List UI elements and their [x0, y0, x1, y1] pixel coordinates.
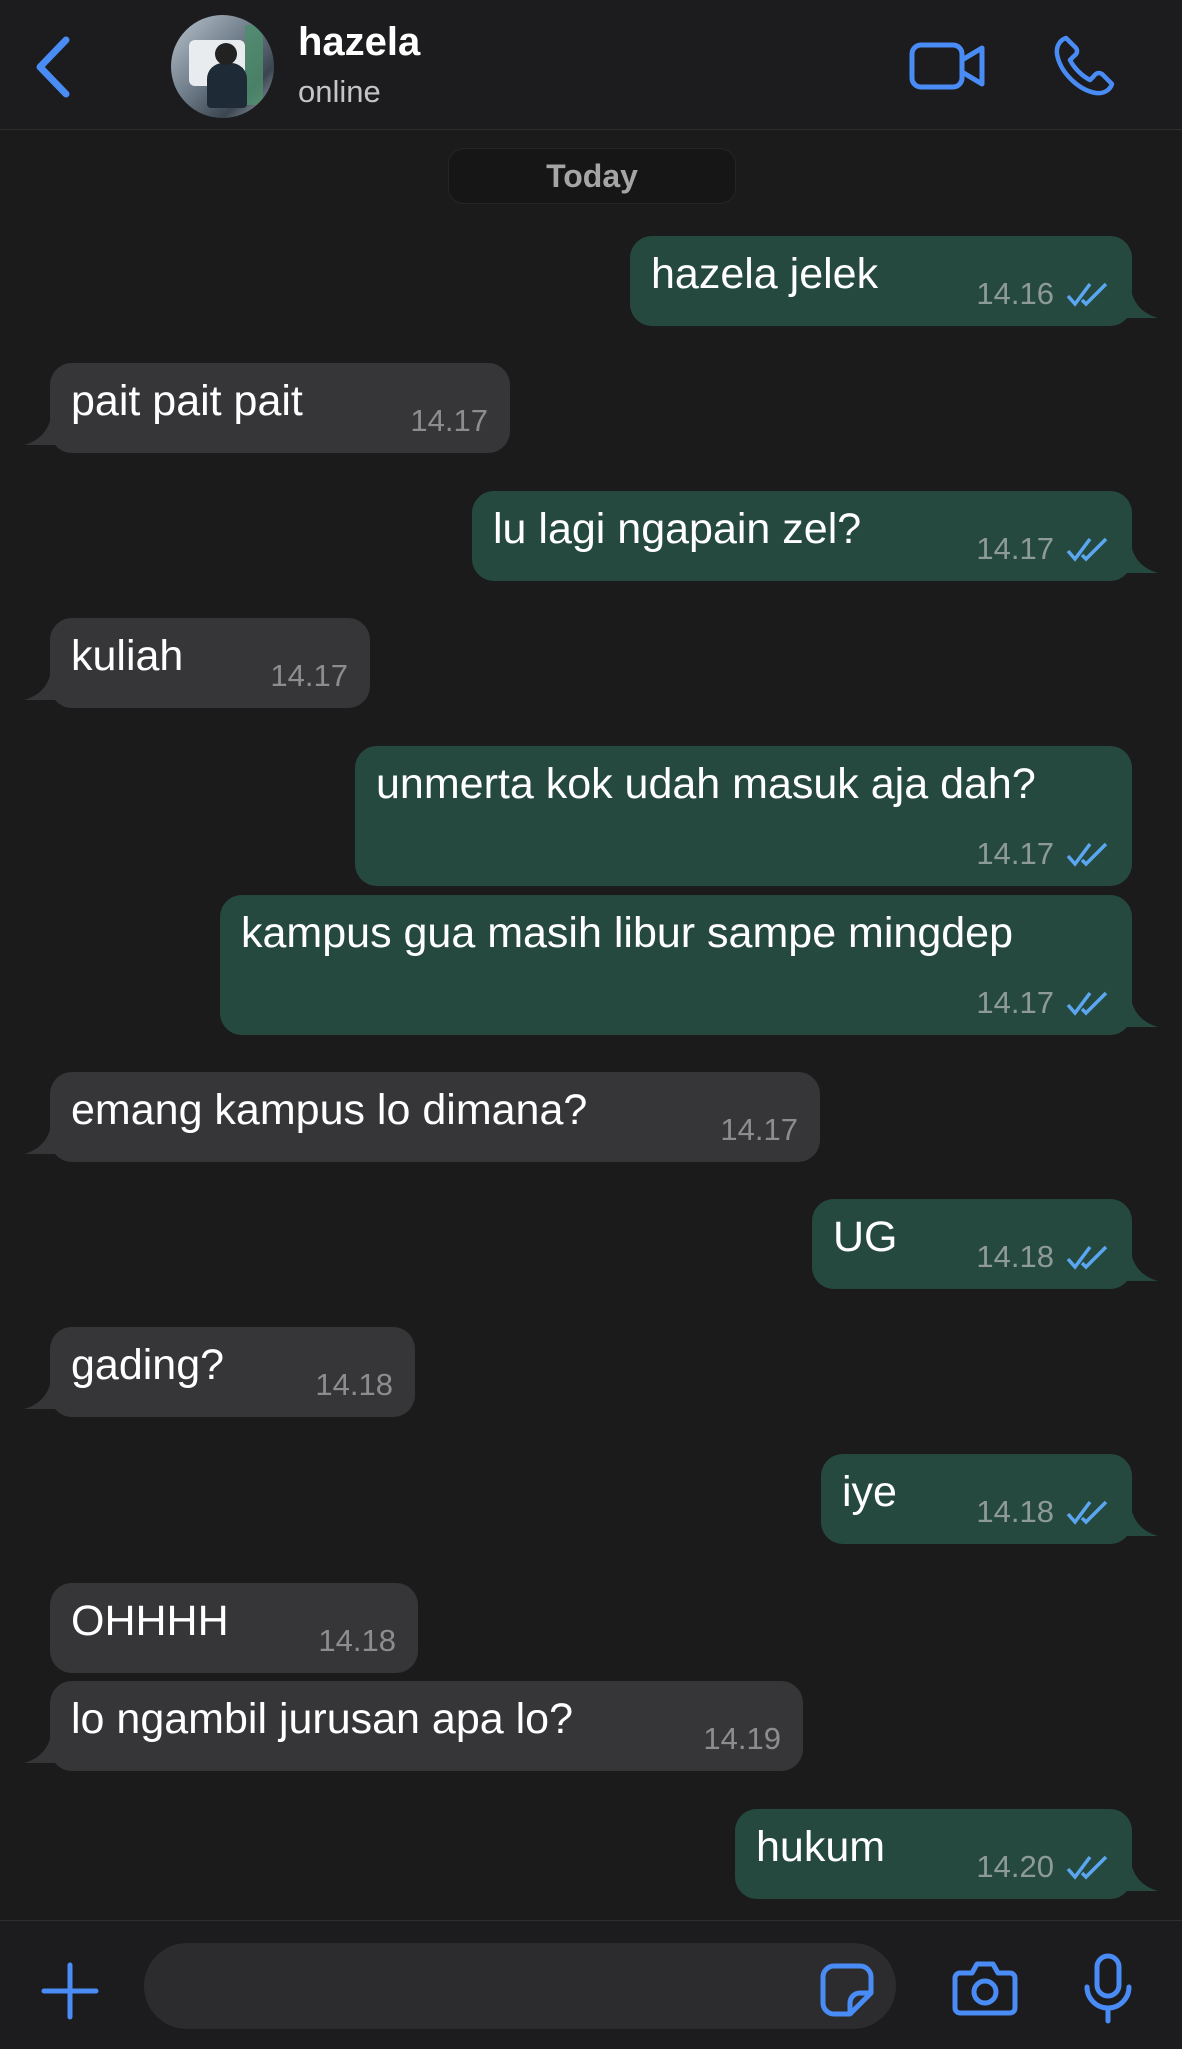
sticker-icon: [820, 1963, 874, 2017]
message-bubble-outgoing[interactable]: lu lagi ngapain zel? 14.17: [472, 491, 1158, 581]
message-bubble-incoming[interactable]: gading? 14.18: [24, 1327, 415, 1417]
date-divider: Today: [448, 148, 736, 204]
message-text: hukum: [756, 1823, 886, 1871]
message-bubble-outgoing[interactable]: UG 14.18: [812, 1199, 1158, 1289]
message-time: 14.18: [976, 1239, 1054, 1274]
camera-icon: [952, 1961, 1018, 2016]
message-time: 14.18: [318, 1623, 396, 1658]
camera-button[interactable]: [952, 1959, 1018, 2017]
video-call-button[interactable]: [908, 36, 986, 96]
read-ticks-icon: [1066, 1855, 1108, 1880]
contact-status: online: [298, 74, 381, 109]
microphone-button[interactable]: [1082, 1953, 1134, 2025]
message-time: 14.17: [410, 403, 488, 438]
video-call-icon: [909, 42, 985, 90]
message-time: 14.17: [720, 1112, 798, 1147]
voice-call-button[interactable]: [1052, 34, 1116, 98]
read-ticks-icon: [1066, 1500, 1108, 1525]
message-time: 14.17: [976, 836, 1054, 871]
back-button[interactable]: [30, 34, 80, 100]
message-text: lo ngambil jurusan apa lo?: [71, 1695, 573, 1743]
message-time: 14.18: [976, 1494, 1054, 1529]
message-time: 14.17: [270, 658, 348, 693]
message-text: emang kampus lo dimana?: [71, 1086, 588, 1134]
read-ticks-icon: [1066, 282, 1108, 307]
bubble-tail: [1124, 549, 1158, 573]
read-ticks-icon: [1066, 991, 1108, 1016]
bubble-tail: [24, 1739, 58, 1763]
bubble-tail: [1124, 294, 1158, 318]
message-bubble-outgoing[interactable]: iye 14.18: [821, 1454, 1158, 1544]
bubble-tail: [24, 676, 58, 700]
message-time: 14.18: [315, 1367, 393, 1402]
message-text: OHHHH: [71, 1597, 229, 1645]
bubble-tail: [24, 1385, 58, 1409]
plus-icon: [41, 1962, 99, 2020]
message-text: lu lagi ngapain zel?: [493, 505, 862, 553]
message-input[interactable]: [144, 1943, 896, 2029]
bubble-tail: [1124, 1003, 1158, 1027]
message-time: 14.19: [703, 1721, 781, 1756]
message-time: 14.16: [976, 276, 1054, 311]
message-text: kuliah: [71, 632, 184, 680]
message-text: kampus gua masih libur sampe mingdep: [241, 909, 1014, 957]
message-time: 14.17: [976, 985, 1054, 1020]
message-bubble-incoming[interactable]: OHHHH 14.18: [50, 1583, 418, 1673]
avatar[interactable]: [171, 15, 274, 118]
message-bubble-incoming[interactable]: pait pait pait 14.17: [24, 363, 510, 453]
message-bubble-outgoing[interactable]: hukum 14.20: [735, 1809, 1158, 1899]
input-bar: [0, 1920, 1182, 2049]
message-text: gading?: [71, 1341, 225, 1389]
read-ticks-icon: [1066, 537, 1108, 562]
read-ticks-icon: [1066, 842, 1108, 867]
bubble-tail: [1124, 1867, 1158, 1891]
bubble-tail: [1124, 1257, 1158, 1281]
sticker-button[interactable]: [820, 1963, 874, 2017]
message-time: 14.20: [976, 1849, 1054, 1884]
message-text: iye: [842, 1468, 897, 1516]
message-bubble-incoming[interactable]: kuliah 14.17: [24, 618, 370, 708]
bubble-tail: [24, 421, 58, 445]
microphone-icon: [1084, 1953, 1132, 2024]
message-text: UG: [833, 1213, 898, 1261]
message-text: pait pait pait: [71, 377, 303, 425]
read-ticks-icon: [1066, 1245, 1108, 1270]
contact-name[interactable]: hazela: [298, 20, 420, 65]
message-text: hazela jelek: [651, 250, 879, 298]
attach-button[interactable]: [40, 1961, 100, 2021]
message-bubble-outgoing[interactable]: hazela jelek 14.16: [630, 236, 1158, 326]
chat-header: hazela online: [0, 0, 1182, 130]
bubble-tail: [1124, 1512, 1158, 1536]
message-bubble-incoming[interactable]: lo ngambil jurusan apa lo? 14.19: [24, 1681, 803, 1771]
message-bubble-outgoing[interactable]: kampus gua masih libur sampe mingdep 14.…: [220, 895, 1158, 1035]
message-bubble-incoming[interactable]: emang kampus lo dimana? 14.17: [24, 1072, 820, 1162]
bubble-tail: [24, 1130, 58, 1154]
phone-call-icon: [1054, 35, 1115, 96]
back-chevron-icon: [36, 36, 70, 98]
message-bubble-outgoing[interactable]: unmerta kok udah masuk aja dah? 14.17: [355, 746, 1132, 886]
message-text: unmerta kok udah masuk aja dah?: [376, 760, 1036, 808]
message-time: 14.17: [976, 531, 1054, 566]
